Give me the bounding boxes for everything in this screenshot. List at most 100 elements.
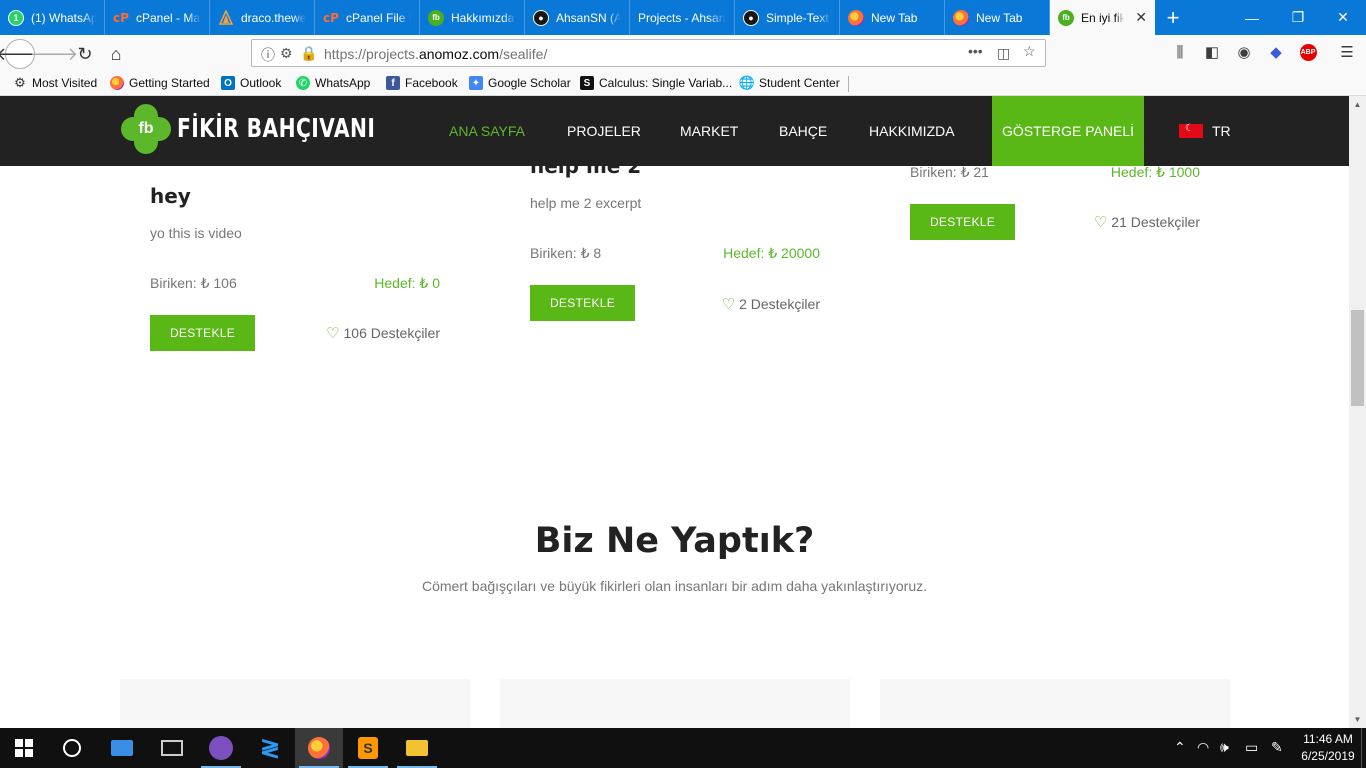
- battery-icon[interactable]: ▭: [1245, 739, 1258, 756]
- section-subtitle: Cömert bağışçıları ve büyük fikirleri ol…: [422, 578, 927, 594]
- permissions-icon[interactable]: ⚙: [280, 45, 293, 62]
- restore-button[interactable]: ❐: [1275, 0, 1321, 35]
- site-logo[interactable]: fb FİKİR BAHÇIVANI: [121, 104, 431, 154]
- heart-icon[interactable]: ♡: [722, 295, 735, 313]
- firefox-icon: [848, 9, 864, 26]
- bookmark-label: WhatsApp: [315, 76, 371, 90]
- gear-icon: ⚙: [14, 75, 26, 90]
- nav-projects[interactable]: PROJELER: [567, 96, 641, 166]
- show-desktop-button[interactable]: [1361, 728, 1366, 768]
- taskbar-app[interactable]: [98, 728, 146, 768]
- page-actions-icon[interactable]: •••: [968, 43, 983, 59]
- lock-icon[interactable]: 🔒: [300, 45, 317, 62]
- scroll-up-arrow-icon[interactable]: ▲: [1349, 96, 1366, 113]
- taskbar-app[interactable]: [393, 728, 441, 768]
- tab-title: Simple-Text: [766, 10, 829, 25]
- browser-tab[interactable]: New Tab: [945, 0, 1050, 35]
- browser-tab[interactable]: 1 (1) WhatsApp: [0, 0, 105, 35]
- feature-box: [500, 679, 850, 728]
- menu-icon[interactable]: ☰: [1336, 41, 1358, 63]
- tab-title: AhsanSN (Ahsan): [556, 10, 621, 25]
- browser-tab-active[interactable]: fb En iyi fikir ✕: [1050, 0, 1155, 35]
- project-goal: Hedef: ₺ 1000: [1110, 164, 1200, 180]
- scroll-thumb[interactable]: [1351, 310, 1364, 406]
- taskbar-app[interactable]: ≷: [246, 728, 294, 768]
- adblock-icon[interactable]: ABP: [1297, 41, 1319, 63]
- browser-tab[interactable]: cP cPanel File Manager: [315, 0, 420, 35]
- account-icon[interactable]: ◉: [1233, 41, 1255, 63]
- support-button[interactable]: DESTEKLE: [150, 315, 255, 351]
- tab-title: cPanel - Main: [136, 10, 201, 25]
- nav-about[interactable]: HAKKIMIZDA: [869, 96, 955, 166]
- info-icon[interactable]: ⓘ: [261, 45, 275, 65]
- project-goal: Hedef: ₺ 0: [374, 275, 440, 291]
- bookmark-item[interactable]: 🌐 Student Center: [739, 75, 840, 90]
- volume-icon[interactable]: 🕪: [1220, 739, 1229, 756]
- bookmarks-divider: [848, 76, 849, 92]
- wifi-icon[interactable]: ◠: [1197, 739, 1209, 756]
- cpanel-icon: cP: [323, 10, 339, 25]
- bookmark-item[interactable]: Getting Started: [110, 76, 210, 90]
- new-tab-button[interactable]: +: [1162, 0, 1184, 35]
- nav-market[interactable]: MARKET: [680, 96, 738, 166]
- home-button[interactable]: ⌂: [101, 39, 131, 69]
- browser-tab[interactable]: ● Simple-Text: [735, 0, 840, 35]
- close-tab-icon[interactable]: ✕: [1135, 9, 1147, 26]
- chevron-up-icon[interactable]: ⌃: [1174, 739, 1186, 756]
- bookmark-star-icon[interactable]: ☆: [1023, 43, 1036, 60]
- folder-icon: [406, 740, 428, 756]
- taskbar-app-firefox[interactable]: [295, 728, 343, 768]
- support-button[interactable]: DESTEKLE: [530, 285, 635, 321]
- tab-title: cPanel File Manager: [346, 10, 411, 25]
- forward-button[interactable]: 🡒: [30, 39, 78, 69]
- bookmark-item[interactable]: f Facebook: [386, 76, 458, 90]
- start-button[interactable]: [0, 728, 48, 768]
- taskbar-app[interactable]: S: [344, 728, 392, 768]
- heart-icon[interactable]: ♡: [1094, 213, 1107, 231]
- taskbar-app[interactable]: [148, 728, 196, 768]
- nav-dashboard[interactable]: GÖSTERGE PANELİ: [992, 96, 1144, 166]
- browser-tab[interactable]: New Tab: [840, 0, 945, 35]
- library-icon[interactable]: ⫼: [1169, 41, 1191, 63]
- address-bar[interactable]: ⓘ ⚙ 🔒 https://projects.anomoz.com/sealif…: [251, 39, 1046, 67]
- page-viewport: fb FİKİR BAHÇIVANI ANA SAYFA PROJELER MA…: [0, 96, 1349, 728]
- bookmark-item[interactable]: ✦ Google Scholar: [469, 76, 571, 90]
- browser-tab[interactable]: cP cPanel - Main: [105, 0, 210, 35]
- browser-tab[interactable]: ● AhsanSN (Ahsan): [525, 0, 630, 35]
- url-text[interactable]: https://projects.anomoz.com/sealife/: [324, 46, 547, 62]
- page-scrollbar[interactable]: ▲ ▼: [1349, 96, 1366, 728]
- clover-logo-icon: fb: [121, 104, 171, 154]
- browser-tab[interactable]: draco.thewebhost: [210, 0, 315, 35]
- github-icon: ●: [533, 9, 549, 26]
- bookmark-item[interactable]: ✆ WhatsApp: [296, 76, 370, 90]
- system-clock[interactable]: 11:46 AM 6/25/2019: [1298, 731, 1358, 765]
- heart-icon[interactable]: ♡: [326, 324, 339, 342]
- search-button[interactable]: [48, 728, 96, 768]
- pen-icon[interactable]: ✎: [1271, 739, 1283, 756]
- bookmark-item[interactable]: O Outlook: [221, 76, 281, 90]
- browser-tab[interactable]: fb Hakkımızda: [420, 0, 525, 35]
- clock-date: 6/25/2019: [1301, 749, 1355, 763]
- project-title[interactable]: hey: [150, 184, 191, 208]
- fikir-bahcivani-icon: fb: [1058, 9, 1074, 26]
- sidebar-icon[interactable]: ◧: [1201, 41, 1223, 63]
- bookmark-item[interactable]: S Calculus: Single Variab...: [580, 76, 732, 90]
- support-button[interactable]: DESTEKLE: [910, 204, 1015, 240]
- project-goal: Hedef: ₺ 20000: [723, 245, 820, 261]
- close-window-button[interactable]: ✕: [1320, 0, 1366, 35]
- extension-icon[interactable]: ◆: [1265, 41, 1287, 63]
- taskbar-app[interactable]: [197, 728, 245, 768]
- bookmark-label: Getting Started: [129, 76, 210, 90]
- nav-garden[interactable]: BAHÇE: [779, 96, 827, 166]
- bookmark-item[interactable]: ⚙ Most Visited: [13, 75, 97, 90]
- outlook-icon: O: [221, 76, 235, 90]
- scroll-down-arrow-icon[interactable]: ▼: [1349, 711, 1366, 728]
- reload-button[interactable]: ↻: [70, 39, 100, 69]
- pocket-icon[interactable]: ◫: [997, 45, 1010, 62]
- nav-home[interactable]: ANA SAYFA: [449, 96, 525, 166]
- browser-tab[interactable]: Projects - Ahsan: [630, 0, 735, 35]
- minimize-button[interactable]: —: [1229, 0, 1275, 35]
- language-switcher[interactable]: TR: [1179, 96, 1231, 166]
- project-collected: Biriken: ₺ 21: [910, 164, 989, 180]
- tab-title: Hakkımızda: [451, 10, 515, 25]
